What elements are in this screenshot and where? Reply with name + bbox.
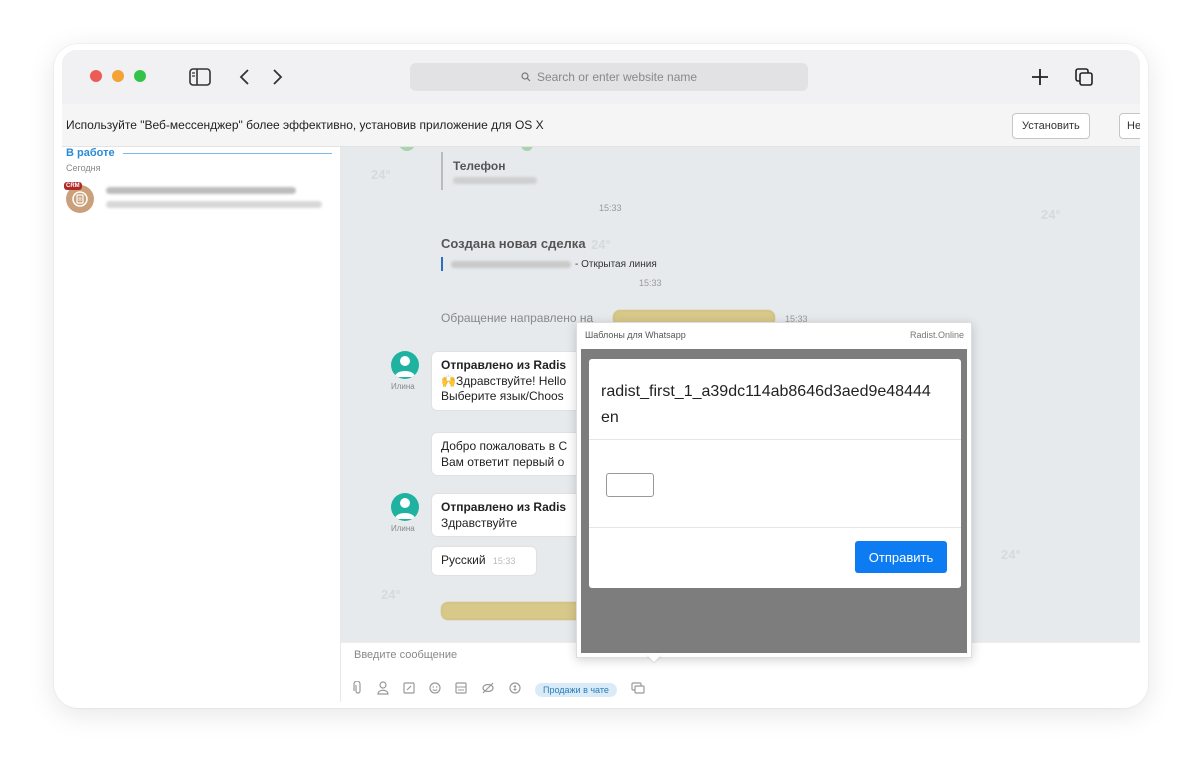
chat-title-redacted <box>106 187 296 194</box>
redirect-text: Обращение направлено на <box>441 311 594 325</box>
forward-icon[interactable] <box>268 64 288 90</box>
sales-in-chat-button[interactable]: Продажи в чате <box>535 682 617 697</box>
divider <box>589 439 961 440</box>
deal-suffix: - Открытая линия <box>575 259 657 270</box>
chat-list-item[interactable]: CRM <box>64 182 332 215</box>
message-title: Отправлено из Radis <box>441 358 567 372</box>
section-header: В работе <box>66 147 332 159</box>
status-icon <box>399 147 415 151</box>
section-title: В работе <box>66 147 115 159</box>
tabs-overview-icon[interactable] <box>1072 64 1096 90</box>
minimize-window-button[interactable] <box>112 70 124 82</box>
date-group-label: Сегодня <box>66 163 101 173</box>
message-time: 15:33 <box>639 278 662 288</box>
message-line: Выберите язык/Choos <box>441 389 564 404</box>
title-bar: Search or enter website name <box>62 50 1140 104</box>
decline-button[interactable]: Нет, с <box>1119 113 1140 139</box>
message-bubble: Русский 15:33 <box>431 546 537 576</box>
message-text: Русский <box>441 553 486 567</box>
template-icon[interactable] <box>455 682 467 697</box>
background-pattern: 24° <box>1041 207 1061 222</box>
contact-icon[interactable] <box>377 681 389 698</box>
message-line: Вам ответит первый о <box>441 454 565 469</box>
message-title: Отправлено из Radis <box>441 500 567 514</box>
avatar: CRM <box>64 182 94 213</box>
quote-bar <box>441 152 443 190</box>
search-icon <box>521 72 531 82</box>
author-name: Илина <box>391 382 415 391</box>
background-pattern: 24° <box>371 167 391 182</box>
chat-templates-icon[interactable] <box>631 682 645 697</box>
install-app-banner: Используйте "Веб-мессенджер" более эффек… <box>62 104 1140 147</box>
user-avatar <box>391 351 419 379</box>
edit-icon[interactable] <box>403 682 415 697</box>
message-bubble: Добро пожаловать в С Вам ответит первый … <box>431 432 581 476</box>
payment-icon[interactable] <box>509 682 521 697</box>
deal-title: Создана новая сделка <box>441 236 586 251</box>
user-icon <box>395 356 415 377</box>
system-note-redacted <box>441 602 583 620</box>
popup-title: Шаблоны для Whatsapp <box>585 330 686 340</box>
message-bubble: Отправлено из Radis 🙌Здравствуйте! Hello… <box>431 351 581 411</box>
section-divider <box>122 152 332 154</box>
close-window-button[interactable] <box>90 70 102 82</box>
popup-body: radist_first_1_a39dc114ab8646d3aed9e4844… <box>581 349 967 653</box>
attach-icon[interactable] <box>353 680 363 698</box>
message-time: 15:33 <box>599 203 622 213</box>
install-button[interactable]: Установить <box>1012 113 1090 139</box>
crm-badge: CRM <box>64 182 82 190</box>
send-button[interactable]: Отправить <box>855 541 947 573</box>
message-line: Добро пожаловать в С <box>441 439 568 453</box>
template-variable-input[interactable] <box>606 473 654 497</box>
zoom-window-button[interactable] <box>134 70 146 82</box>
whatsapp-templates-popup: Шаблоны для Whatsapp Radist.Online radis… <box>576 322 972 658</box>
back-icon[interactable] <box>234 64 254 90</box>
address-bar[interactable]: Search or enter website name <box>410 63 808 91</box>
phone-redacted <box>453 177 537 184</box>
user-avatar <box>391 493 419 521</box>
popup-brand: Radist.Online <box>909 330 964 340</box>
status-icon <box>521 147 533 151</box>
new-tab-icon[interactable] <box>1028 64 1052 90</box>
hide-icon[interactable] <box>481 682 495 697</box>
message-bubble: Отправлено из Radis Здравствуйте <box>431 493 581 537</box>
author-name: Илина <box>391 524 415 533</box>
divider <box>589 527 961 528</box>
popup-pointer <box>646 654 662 662</box>
banner-text: Используйте "Веб-мессенджер" более эффек… <box>66 118 544 132</box>
sidebar-toggle-icon[interactable] <box>188 64 212 90</box>
composer-toolbar: Продажи в чате <box>353 680 645 698</box>
background-pattern: 24° <box>591 237 611 252</box>
template-language: en <box>601 409 619 426</box>
background-pattern: 24° <box>381 587 401 602</box>
message-line: 🙌Здравствуйте! Hello <box>441 373 567 388</box>
crm-icon <box>72 191 88 207</box>
deal-quote-bar <box>441 257 443 271</box>
emoji-icon[interactable] <box>429 682 441 697</box>
user-icon <box>395 498 415 519</box>
phone-title: Телефон <box>453 159 506 173</box>
chat-preview-redacted <box>106 201 322 208</box>
template-card: radist_first_1_a39dc114ab8646d3aed9e4844… <box>589 359 961 588</box>
background-pattern: 24° <box>1001 547 1021 562</box>
popup-header: Шаблоны для Whatsapp Radist.Online <box>577 323 971 347</box>
template-title: radist_first_1_a39dc114ab8646d3aed9e4844… <box>601 379 959 431</box>
message-line: Здравствуйте <box>441 515 518 530</box>
template-name: radist_first_1_a39dc114ab8646d3aed9e4844… <box>601 383 931 400</box>
chat-list-sidebar: В работе Сегодня CRM <box>62 147 341 702</box>
deal-name-redacted <box>451 261 571 268</box>
message-time: 15:33 <box>492 556 516 566</box>
message-input[interactable]: Введите сообщение <box>354 649 457 661</box>
address-placeholder: Search or enter website name <box>536 70 698 84</box>
